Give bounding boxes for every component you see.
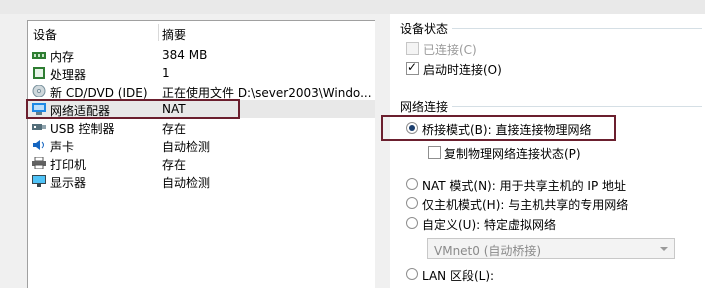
- device-row-memory[interactable]: 内存 384 MB: [28, 46, 375, 64]
- connect-at-power-on-checkbox[interactable]: ✓: [406, 60, 419, 75]
- annotation-highlight-network-adapter: [26, 99, 240, 119]
- connected-label: 已连接(C): [423, 43, 477, 57]
- device-name: USB 控制器: [50, 122, 115, 136]
- column-device[interactable]: 设备: [33, 26, 57, 43]
- usb-icon: [32, 121, 46, 133]
- device-name: 声卡: [50, 140, 75, 154]
- device-list: 设备 摘要 内存 384 MB 处理器 1 新 CD/DVD (IDE) 正在使…: [27, 20, 375, 288]
- device-status-title: 设备状态: [400, 22, 449, 36]
- window-top-strip: [0, 0, 705, 14]
- device-list-header: 设备 摘要: [28, 21, 375, 43]
- device-summary: 1: [162, 66, 170, 80]
- column-separator[interactable]: [158, 24, 159, 41]
- column-summary[interactable]: 摘要: [162, 26, 186, 43]
- device-row-usb[interactable]: USB 控制器 存在: [28, 118, 375, 136]
- connected-checkbox[interactable]: [406, 42, 419, 55]
- device-summary: 自动检测: [162, 140, 211, 154]
- device-name: 显示器: [50, 176, 87, 190]
- device-summary: 存在: [162, 158, 187, 172]
- custom-network-value: VMnet0 (自动桥接): [434, 244, 542, 258]
- device-row-cd-dvd[interactable]: 新 CD/DVD (IDE) 正在使用文件 D:\sever2003\Windo…: [28, 82, 375, 100]
- device-summary: 384 MB: [162, 48, 208, 62]
- nat-label: NAT 模式(N): 用于共享主机的 IP 地址: [422, 179, 627, 193]
- lan-segment-radio[interactable]: [406, 268, 418, 280]
- printer-icon: [32, 156, 46, 170]
- custom-label: 自定义(U): 特定虚拟网络: [422, 218, 557, 232]
- nat-radio[interactable]: [406, 178, 418, 190]
- cpu-icon: [32, 67, 46, 79]
- lan-segment-label: LAN 区段(L):: [422, 269, 495, 283]
- network-connection-title: 网络连接: [400, 100, 449, 114]
- network-connection-divider: [452, 106, 702, 107]
- device-name: 打印机: [50, 158, 87, 172]
- device-row-sound[interactable]: 声卡 自动检测: [28, 136, 375, 154]
- replicate-state-label: 复制物理网络连接状态(P): [444, 147, 581, 161]
- device-summary: 自动检测: [162, 176, 211, 190]
- device-row-processor[interactable]: 处理器 1: [28, 64, 375, 82]
- memory-icon: [32, 49, 46, 61]
- host-only-radio[interactable]: [406, 197, 418, 209]
- checkmark-icon: ✓: [407, 60, 418, 74]
- device-row-monitor[interactable]: 显示器 自动检测: [28, 172, 375, 190]
- custom-radio[interactable]: [406, 217, 418, 229]
- custom-network-select[interactable]: VMnet0 (自动桥接): [427, 238, 675, 259]
- monitor-icon: [32, 175, 46, 187]
- device-summary: 存在: [162, 122, 187, 136]
- sound-icon: [32, 139, 46, 151]
- chevron-down-icon: [660, 247, 668, 251]
- device-row-printer[interactable]: 打印机 存在: [28, 154, 375, 172]
- cd-dvd-icon: [32, 84, 46, 98]
- annotation-highlight-bridged: [381, 115, 616, 141]
- host-only-label: 仅主机模式(H): 与主机共享的专用网络: [422, 198, 629, 212]
- replicate-state-checkbox[interactable]: [428, 146, 441, 159]
- device-status-divider: [452, 28, 702, 29]
- device-name: 处理器: [50, 68, 87, 82]
- connect-at-power-on-label: 启动时连接(O): [423, 63, 502, 77]
- device-name: 内存: [50, 50, 75, 64]
